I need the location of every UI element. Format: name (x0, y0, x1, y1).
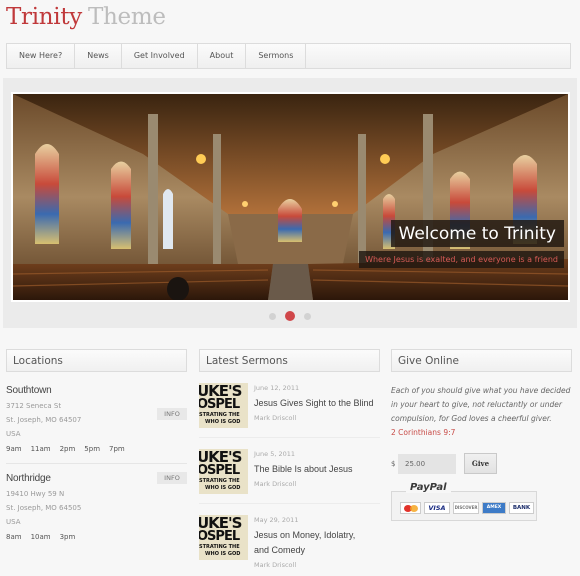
thumb-text: WHO IS GOD (205, 485, 241, 491)
site-logo[interactable]: Trinity Theme (6, 4, 166, 30)
latest-sermons-widget: Latest Sermons UKE'S OSPEL STRATING THE … (199, 349, 380, 576)
give-online-widget: Give Online Each of you should give what… (391, 349, 572, 521)
location-country: USA (6, 518, 21, 526)
nav-item-get-involved[interactable]: Get Involved (122, 44, 198, 68)
church-interior-image (13, 94, 568, 300)
give-heading: Give Online (391, 349, 572, 372)
sermon-title-link[interactable]: The Bible Is about Jesus (254, 462, 353, 477)
give-button[interactable]: Give (464, 453, 497, 474)
nav-item-news[interactable]: News (75, 44, 122, 68)
sermon-title-link[interactable]: Jesus on Money, Idolatry, and Comedy (254, 528, 368, 558)
thumb-text: STRATING THE (199, 478, 240, 484)
amex-icon: AMEX (482, 502, 506, 514)
sermons-heading: Latest Sermons (199, 349, 380, 372)
slider-dot-1[interactable] (269, 312, 276, 320)
service-time: 2pm (59, 445, 76, 453)
sermon-thumbnail[interactable]: UKE'S OSPEL STRATING THE WHO IS GOD (199, 515, 248, 560)
location-item: Southtown INFO 3712 Seneca St St. Joseph… (6, 372, 187, 464)
slider-dot-3[interactable] (304, 312, 311, 320)
sermon-thumbnail[interactable]: UKE'S OSPEL STRATING THE WHO IS GOD (199, 449, 248, 494)
thumb-text: OSPEL (199, 529, 240, 544)
scripture-quote: Each of you should give what you have de… (391, 386, 571, 423)
sermon-author: Mark Driscoll (254, 414, 297, 422)
service-times: 9am 11am 2pm 5pm 7pm (6, 445, 187, 453)
nav-item-new-here[interactable]: New Here? (7, 44, 76, 68)
site-title-secondary: Theme (88, 4, 166, 30)
nav-item-sermons[interactable]: Sermons (246, 44, 307, 68)
sermon-date: June 12, 2011 (254, 384, 300, 392)
sermon-item: UKE'S OSPEL STRATING THE WHO IS GOD June… (199, 372, 380, 438)
thumb-text: OSPEL (199, 397, 240, 412)
sermon-date: May 29, 2011 (254, 516, 299, 524)
give-form: $ Give (391, 453, 572, 474)
main-nav: New Here? News Get Involved About Sermon… (6, 43, 571, 69)
thumb-text: OSPEL (199, 463, 240, 478)
service-time: 9am (6, 445, 22, 453)
thumb-text: WHO IS GOD (205, 551, 241, 557)
bank-icon: BANK (509, 502, 534, 514)
thumb-text: UKE'S (199, 383, 242, 400)
slider-pagination (3, 311, 577, 321)
paypal-logo: PayPal (406, 482, 451, 493)
currency-symbol: $ (391, 459, 396, 468)
location-country: USA (6, 430, 21, 438)
sermon-item: UKE'S OSPEL STRATING THE WHO IS GOD June… (199, 438, 380, 504)
slider-dot-2-active[interactable] (285, 311, 295, 321)
discover-icon: DISCOVER (453, 502, 479, 514)
visa-icon: VISA (424, 502, 450, 514)
sermon-item: UKE'S OSPEL STRATING THE WHO IS GOD May … (199, 504, 380, 576)
paypal-badge[interactable]: PayPal VISA DISCOVER AMEX BANK (391, 482, 537, 521)
slide-caption-subtitle: Where Jesus is exalted, and everyone is … (359, 251, 564, 268)
location-street: 19410 Hwy 59 N (6, 490, 65, 498)
payment-cards: VISA DISCOVER AMEX BANK (400, 502, 534, 514)
service-time: 10am (30, 533, 51, 541)
service-times: 8am 10am 3pm (6, 533, 187, 541)
mastercard-icon (400, 502, 421, 514)
location-info-button[interactable]: INFO (157, 472, 187, 484)
location-item: Northridge INFO 19410 Hwy 59 N St. Josep… (6, 464, 187, 551)
slide-image[interactable]: Welcome to Trinity Where Jesus is exalte… (11, 92, 570, 302)
service-time: 3pm (59, 533, 76, 541)
sermon-date: June 5, 2011 (254, 450, 296, 458)
thumb-text: STRATING THE (199, 412, 240, 418)
locations-heading: Locations (6, 349, 187, 372)
sermon-thumbnail[interactable]: UKE'S OSPEL STRATING THE WHO IS GOD (199, 383, 248, 428)
site-title-primary: Trinity (6, 4, 82, 30)
sermon-title-link[interactable]: Jesus Gives Sight to the Blind (254, 396, 374, 411)
location-name: Southtown (6, 385, 52, 396)
location-info-button[interactable]: INFO (157, 408, 187, 420)
slide-caption-title: Welcome to Trinity (390, 220, 564, 247)
thumb-text: STRATING THE (199, 544, 240, 550)
thumb-text: WHO IS GOD (205, 419, 241, 425)
service-time: 8am (6, 533, 22, 541)
locations-widget: Locations Southtown INFO 3712 Seneca St … (6, 349, 187, 551)
service-time: 7pm (109, 445, 125, 453)
donation-amount-input[interactable] (398, 453, 456, 474)
sermon-author: Mark Driscoll (254, 561, 297, 569)
location-city: St. Joseph, MO 64505 (6, 504, 82, 512)
service-time: 5pm (84, 445, 101, 453)
hero-slider: Welcome to Trinity Where Jesus is exalte… (3, 78, 577, 328)
sermon-author: Mark Driscoll (254, 480, 297, 488)
scripture-reference: 2 Corinthians 9:7 (391, 428, 456, 437)
thumb-text: UKE'S (199, 449, 242, 466)
thumb-text: UKE'S (199, 515, 242, 532)
service-time: 11am (30, 445, 51, 453)
nav-item-about[interactable]: About (198, 44, 247, 68)
